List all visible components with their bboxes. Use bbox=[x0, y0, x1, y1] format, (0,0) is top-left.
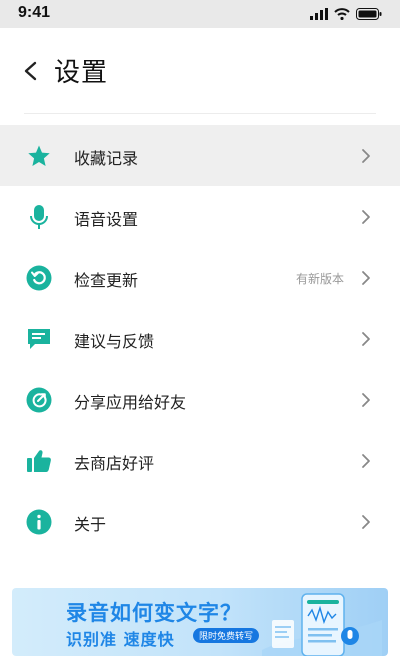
menu-item-label: 收藏记录 bbox=[74, 149, 139, 168]
share-icon bbox=[26, 387, 52, 413]
menu-item-label: 分享应用给好友 bbox=[74, 393, 187, 412]
page-title: 设置 bbox=[54, 58, 109, 88]
menu-item-label: 语音设置 bbox=[74, 210, 139, 229]
message-icon bbox=[26, 326, 52, 352]
menu-item-label: 检查更新 bbox=[74, 271, 139, 290]
menu-item-check-update[interactable]: 检查更新 有新版本 bbox=[0, 247, 400, 308]
new-version-badge: 有新版本 bbox=[295, 272, 344, 286]
banner-subtitle: 识别准 速度快 bbox=[66, 630, 175, 649]
header-divider bbox=[24, 113, 376, 114]
chevron-right-icon bbox=[362, 393, 370, 407]
menu-item-share-app[interactable]: 分享应用给好友 bbox=[0, 369, 400, 430]
chevron-right-icon bbox=[362, 515, 370, 529]
menu-item-label: 关于 bbox=[74, 515, 107, 534]
menu-item-favorites[interactable]: 收藏记录 bbox=[0, 125, 400, 186]
menu-item-voice-settings[interactable]: 语音设置 bbox=[0, 186, 400, 247]
chevron-right-icon bbox=[362, 454, 370, 468]
status-time: 9:41 bbox=[18, 4, 51, 21]
header: 设置 bbox=[0, 28, 400, 114]
menu-item-rate-app[interactable]: 去商店好评 bbox=[0, 430, 400, 491]
banner-title: 录音如何变文字？ bbox=[66, 601, 242, 625]
refresh-icon bbox=[26, 265, 52, 291]
menu-item-about[interactable]: 关于 bbox=[0, 491, 400, 552]
menu-item-label: 建议与反馈 bbox=[74, 332, 155, 351]
menu-item-feedback[interactable]: 建议与反馈 bbox=[0, 308, 400, 369]
banner-tag: 限时免费转写 bbox=[193, 628, 260, 643]
chevron-right-icon bbox=[362, 271, 370, 285]
chevron-right-icon bbox=[362, 149, 370, 163]
menu-item-label: 去商店好评 bbox=[74, 454, 155, 473]
star-icon bbox=[26, 143, 52, 169]
info-icon bbox=[26, 509, 52, 535]
settings-menu: 收藏记录 语音设置 检查更新 有新版本 建议与反馈 分享应用给好友 去商店好评 … bbox=[0, 125, 400, 552]
signal-icon bbox=[310, 8, 328, 20]
wifi-icon bbox=[334, 8, 350, 20]
status-icons bbox=[310, 6, 382, 22]
phone-illustration-icon bbox=[262, 593, 382, 656]
thumbs-up-icon bbox=[26, 448, 52, 474]
back-icon[interactable] bbox=[18, 56, 44, 86]
status-bar: 9:41 bbox=[0, 0, 400, 28]
microphone-icon bbox=[26, 204, 52, 230]
promo-banner[interactable]: 录音如何变文字？ 识别准 速度快 限时免费转写 bbox=[12, 588, 388, 656]
chevron-right-icon bbox=[362, 210, 370, 224]
chevron-right-icon bbox=[362, 332, 370, 346]
battery-icon bbox=[356, 8, 382, 20]
